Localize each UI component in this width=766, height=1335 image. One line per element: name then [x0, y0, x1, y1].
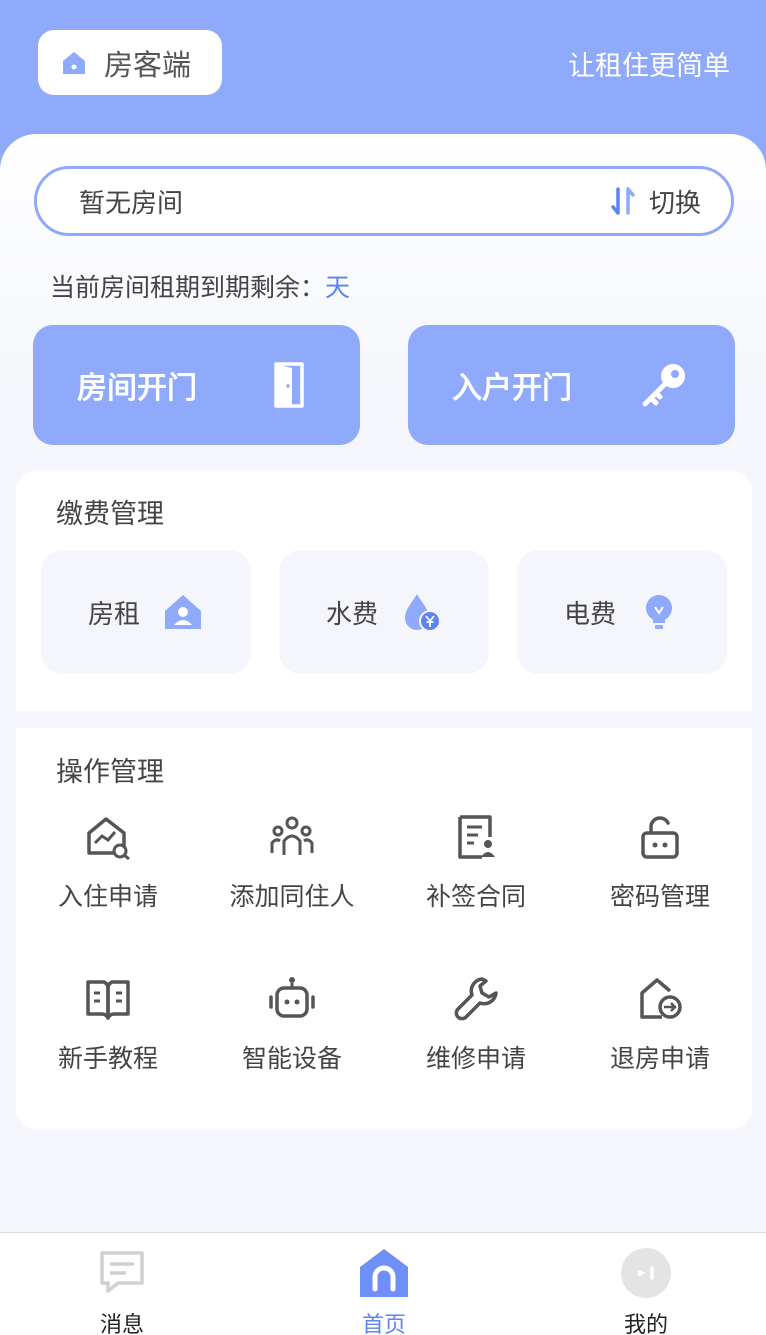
- key-icon: [642, 364, 685, 407]
- tab-label: 首页: [361, 1313, 406, 1335]
- robot-icon: [269, 977, 315, 1018]
- smart-device-button[interactable]: 智能设备: [200, 975, 384, 1095]
- op-label: 新手教程: [57, 1044, 158, 1073]
- slogan: 让租住更简单: [568, 51, 730, 82]
- home-icon: [63, 51, 85, 74]
- add-cohabitant-button[interactable]: 添加同住人: [200, 813, 384, 933]
- lock-icon: [641, 816, 679, 859]
- op-label: 密码管理: [609, 882, 710, 911]
- checkout-apply-button[interactable]: 退房申请: [568, 975, 752, 1095]
- switch-room-button[interactable]: 切换: [609, 183, 701, 220]
- house-exit-icon: [640, 978, 682, 1019]
- wrench-icon: [454, 977, 498, 1021]
- lease-prefix: 当前房间租期到期剩余：: [50, 273, 326, 302]
- lease-remaining: 当前房间租期到期剩余：天: [50, 268, 350, 304]
- entry-door-button[interactable]: 入户开门: [408, 325, 735, 445]
- op-label: 补签合同: [425, 882, 526, 911]
- fee-label: 房租: [87, 599, 140, 630]
- tab-home[interactable]: 首页: [324, 1247, 444, 1335]
- operations-card: 操作管理 入住申请 添加同住人 补签合同 密码管理 新手教程 智能设备 维修申请…: [16, 728, 752, 1130]
- payment-title: 缴费管理: [56, 499, 164, 530]
- water-drop-yen-icon: [405, 594, 441, 632]
- bottom-tab-bar: 消息 首页 我的: [0, 1232, 766, 1335]
- lightbulb-icon: [646, 595, 672, 629]
- message-icon: [100, 1251, 144, 1293]
- people-icon: [270, 816, 314, 855]
- tab-messages[interactable]: 消息: [62, 1247, 182, 1335]
- current-room: 暂无房间: [79, 188, 184, 219]
- checkin-apply-button[interactable]: 入住申请: [16, 813, 200, 933]
- rent-button[interactable]: 房租: [41, 550, 251, 674]
- switch-label: 切换: [648, 188, 701, 219]
- water-fee-button[interactable]: 水费: [279, 550, 489, 674]
- payment-card: 缴费管理 房租 水费 电费: [16, 470, 752, 711]
- book-icon: [86, 980, 130, 1020]
- electric-fee-button[interactable]: 电费: [517, 550, 727, 674]
- home-icon: [360, 1249, 408, 1297]
- op-label: 维修申请: [425, 1044, 526, 1073]
- app-name: 房客端: [104, 47, 192, 82]
- fee-label: 水费: [325, 599, 378, 630]
- app-badge: 房客端: [38, 30, 222, 95]
- password-manage-button[interactable]: 密码管理: [568, 813, 752, 933]
- room-door-button[interactable]: 房间开门: [33, 325, 360, 445]
- entry-door-label: 入户开门: [452, 371, 572, 406]
- op-label: 退房申请: [609, 1044, 710, 1073]
- operations-title: 操作管理: [56, 757, 164, 788]
- op-label: 入住申请: [57, 882, 158, 911]
- tab-profile[interactable]: 我的: [586, 1247, 706, 1335]
- lease-days-unit: 天: [325, 273, 351, 302]
- swap-arrows-icon: [611, 187, 635, 215]
- door-icon: [274, 362, 304, 408]
- house-chart-icon: [87, 817, 130, 861]
- room-selector[interactable]: 暂无房间 切换: [34, 166, 734, 236]
- op-label: 添加同住人: [229, 882, 355, 911]
- tab-label: 消息: [99, 1313, 144, 1335]
- repair-apply-button[interactable]: 维修申请: [384, 975, 568, 1095]
- contract-resign-button[interactable]: 补签合同: [384, 813, 568, 933]
- op-label: 智能设备: [241, 1044, 342, 1073]
- profile-icon: [621, 1248, 671, 1298]
- fee-label: 电费: [563, 599, 616, 630]
- room-door-label: 房间开门: [77, 371, 197, 406]
- contract-icon: [458, 815, 495, 859]
- house-person-icon: [165, 595, 201, 629]
- tab-label: 我的: [623, 1313, 668, 1335]
- tutorial-button[interactable]: 新手教程: [16, 975, 200, 1095]
